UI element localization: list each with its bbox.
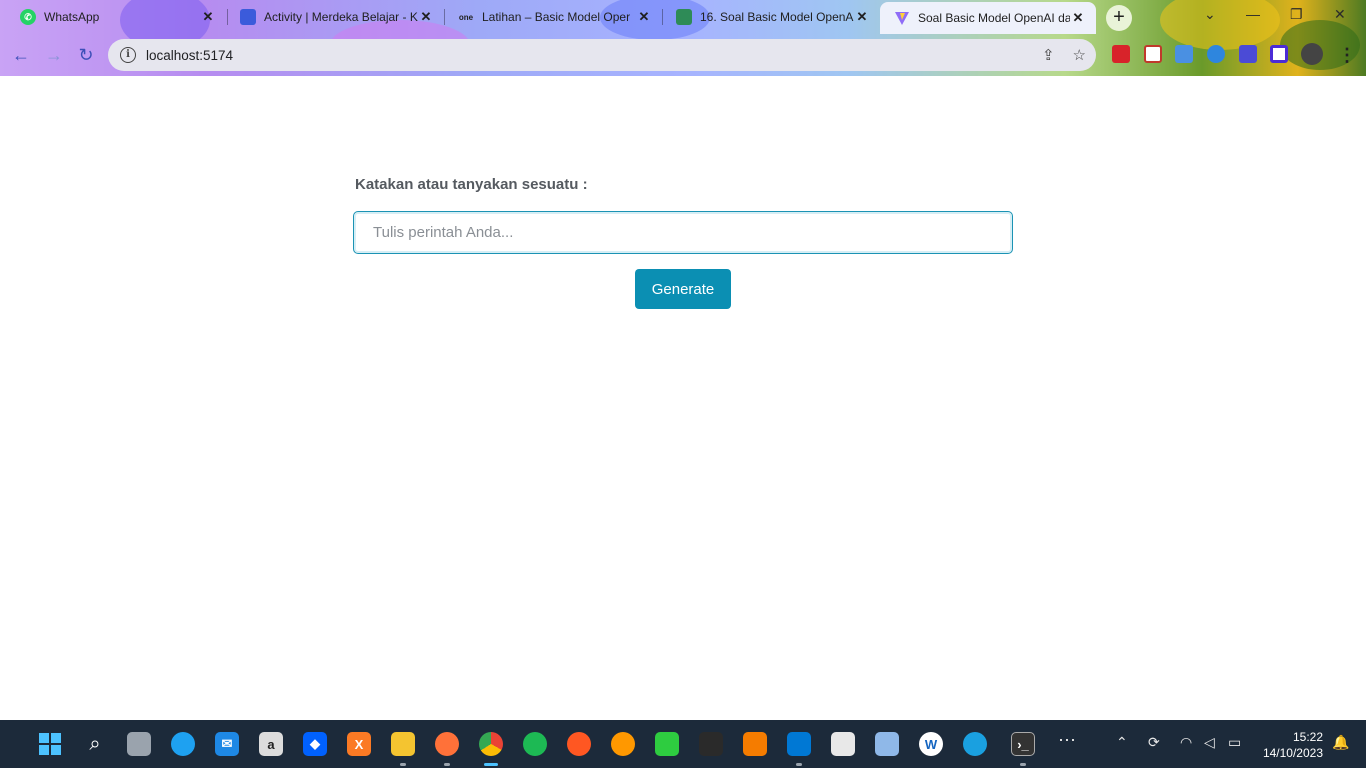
app-w-icon[interactable]: W xyxy=(919,732,943,756)
document-extension-icon[interactable] xyxy=(1175,45,1193,63)
vite-icon xyxy=(894,10,910,26)
tab-merdeka-belajar[interactable]: Activity | Merdeka Belajar - K ✕ xyxy=(226,2,444,32)
menu-kebab-icon[interactable]: ⋮ xyxy=(1335,43,1359,67)
mcafee-extension-icon[interactable] xyxy=(1144,45,1162,63)
search-icon[interactable]: ⌕ xyxy=(83,732,107,756)
new-tab-button[interactable]: + xyxy=(1106,5,1132,31)
postman-icon[interactable] xyxy=(567,732,591,756)
tab-search-icon[interactable]: ⌄ xyxy=(1204,6,1216,23)
running-indicator xyxy=(400,763,406,766)
vscode-icon[interactable] xyxy=(787,732,811,756)
browser-chrome: ✆ WhatsApp ✕ Activity | Merdeka Belajar … xyxy=(0,0,1366,76)
clock-time: 15:22 xyxy=(1292,730,1323,744)
file-explorer-icon[interactable] xyxy=(391,732,415,756)
back-arrow-icon[interactable]: ← xyxy=(9,43,33,67)
prompt-label: Katakan atau tanyakan sesuatu : xyxy=(355,176,588,193)
running-indicator xyxy=(444,763,450,766)
onenote-icon: one xyxy=(458,12,474,22)
bird-app-icon[interactable] xyxy=(963,732,987,756)
close-icon[interactable]: ✕ xyxy=(1070,10,1086,26)
kampus-merdeka-icon xyxy=(240,9,256,25)
windows-taskbar: ⌕ ✉ a ◆ X W ›_ ⋯ ⌃ ⟳ ◠ ◁ ▭ 15:22 14/10/2… xyxy=(0,720,1366,768)
book-icon xyxy=(676,9,692,25)
sync-icon[interactable]: ⟳ xyxy=(1148,734,1160,751)
tab-title: Latihan – Basic Model Oper xyxy=(482,10,631,24)
minimize-icon[interactable]: — xyxy=(1246,6,1260,22)
dropbox-icon[interactable]: ◆ xyxy=(303,732,327,756)
battery-icon[interactable]: ▭ xyxy=(1228,734,1241,751)
address-bar[interactable]: i localhost:5174 ⇪ ☆ xyxy=(108,39,1096,71)
sourcetree-icon[interactable] xyxy=(743,732,767,756)
close-window-icon[interactable]: ✕ xyxy=(1334,6,1346,23)
page-content: Katakan atau tanyakan sesuatu : Generate xyxy=(0,76,1366,720)
tab-title: WhatsApp xyxy=(44,10,100,24)
profile-avatar[interactable] xyxy=(1301,43,1323,65)
tab-title: 16. Soal Basic Model OpenA xyxy=(700,10,854,24)
tab-title: Activity | Merdeka Belajar - K xyxy=(264,10,418,24)
prompt-input[interactable] xyxy=(353,211,1013,254)
amazon-icon[interactable]: a xyxy=(259,732,283,756)
figma-icon[interactable] xyxy=(699,732,723,756)
cube-icon[interactable] xyxy=(875,732,899,756)
firefox-icon[interactable] xyxy=(435,732,459,756)
close-icon[interactable]: ✕ xyxy=(854,9,870,25)
site-info-icon[interactable]: i xyxy=(120,47,136,63)
running-indicator xyxy=(1020,763,1026,766)
shield-extension-icon[interactable] xyxy=(1112,45,1130,63)
terminal-icon[interactable]: ›_ xyxy=(1011,732,1035,756)
edge-icon[interactable] xyxy=(171,732,195,756)
close-icon[interactable]: ✕ xyxy=(418,9,434,25)
chevron-up-icon[interactable]: ⌃ xyxy=(1116,734,1128,751)
generate-button[interactable]: Generate xyxy=(635,269,731,309)
wifi-icon[interactable]: ◠ xyxy=(1180,734,1192,751)
tab-soal-16[interactable]: 16. Soal Basic Model OpenA ✕ xyxy=(662,2,880,32)
close-icon[interactable]: ✕ xyxy=(200,9,216,25)
reload-icon[interactable]: ↻ xyxy=(74,43,98,67)
app-icon[interactable] xyxy=(611,732,635,756)
running-indicator xyxy=(796,763,802,766)
side-panel-icon[interactable] xyxy=(1270,45,1288,63)
spotify-icon[interactable] xyxy=(523,732,547,756)
tab-whatsapp[interactable]: ✆ WhatsApp ✕ xyxy=(6,2,226,32)
url-text: localhost:5174 xyxy=(146,47,234,63)
notification-icon[interactable]: 🔔 xyxy=(1332,734,1349,751)
forward-arrow-icon[interactable]: → xyxy=(42,43,66,67)
active-indicator xyxy=(484,763,498,766)
tab-latihan[interactable]: one Latihan – Basic Model Oper ✕ xyxy=(444,2,662,32)
android-studio-icon[interactable] xyxy=(655,732,679,756)
pen-extension-icon[interactable] xyxy=(1207,45,1225,63)
share-icon[interactable]: ⇪ xyxy=(1042,46,1055,64)
volume-icon[interactable]: ◁ xyxy=(1204,734,1215,751)
chrome-icon[interactable] xyxy=(479,732,503,756)
start-icon[interactable] xyxy=(38,732,62,756)
puzzle-extensions-icon[interactable] xyxy=(1239,45,1257,63)
xampp-icon[interactable]: X xyxy=(347,732,371,756)
mail-icon[interactable]: ✉ xyxy=(215,732,239,756)
bookmark-star-icon[interactable]: ☆ xyxy=(1073,46,1086,64)
clock-date: 14/10/2023 xyxy=(1262,746,1323,760)
system-clock[interactable]: 15:22 14/10/2023 xyxy=(1263,729,1323,761)
close-icon[interactable]: ✕ xyxy=(636,9,652,25)
task-view-icon[interactable] xyxy=(127,732,151,756)
more-icon[interactable]: ⋯ xyxy=(1058,730,1076,751)
tab-strip: ✆ WhatsApp ✕ Activity | Merdeka Belajar … xyxy=(0,0,1366,34)
tab-soal-active[interactable]: Soal Basic Model OpenAI da ✕ xyxy=(880,2,1096,34)
tab-title: Soal Basic Model OpenAI da xyxy=(918,11,1070,25)
browser-toolbar: ← → ↻ i localhost:5174 ⇪ ☆ ⋮ xyxy=(0,34,1366,76)
virtualbox-icon[interactable] xyxy=(831,732,855,756)
whatsapp-icon: ✆ xyxy=(20,9,36,25)
restore-icon[interactable]: ❐ xyxy=(1290,6,1303,23)
